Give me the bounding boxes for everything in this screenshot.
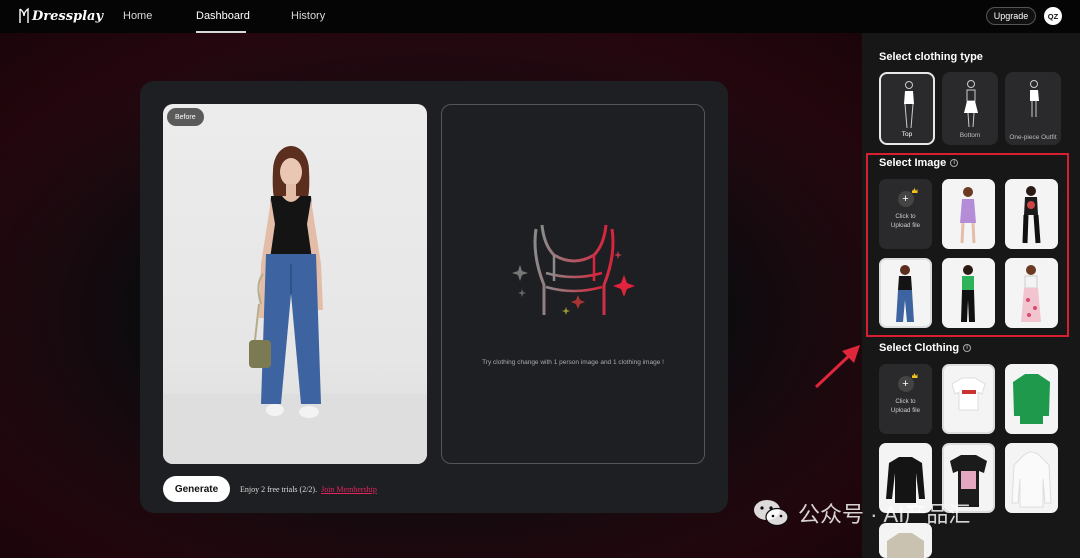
trial-text: Enjoy 2 free trials (2/2). [240, 485, 318, 494]
upload-label: Click to Upload file [890, 398, 921, 414]
mannequin-bottom-icon [964, 80, 978, 128]
logo-icon [19, 7, 29, 23]
person-photo [163, 146, 427, 464]
result-hint: Try clothing change with 1 person image … [482, 359, 664, 366]
mannequin-top-icon [904, 81, 914, 129]
info-icon[interactable]: i [963, 344, 972, 352]
watermark: 公众号 · AI产品汇 [752, 497, 970, 529]
white-crop-tee [951, 377, 986, 411]
type-label-one-piece: One-piece Outfit [1009, 134, 1057, 141]
logo-text: Dressplay [32, 8, 104, 24]
mannequin-one-piece-icon [1030, 80, 1039, 117]
model-thumbnail[interactable] [942, 258, 995, 328]
clothing-type-title: Select clothing type [879, 51, 983, 63]
nav-dashboard[interactable]: Dashboard [196, 10, 250, 22]
model-thumbnail[interactable] [942, 179, 995, 249]
clothing-type-bottom[interactable]: Bottom [942, 72, 998, 145]
clothing-thumbnail[interactable] [1005, 443, 1058, 513]
nav-history[interactable]: History [291, 10, 325, 22]
select-clothing-title: Select Clothing i [879, 342, 972, 354]
crown-icon [911, 188, 918, 193]
model-thumbnail[interactable] [1005, 258, 1058, 328]
model-black-outfit [1022, 186, 1041, 244]
model-thumbnail-selected[interactable] [879, 258, 932, 328]
avatar[interactable]: QZ [1044, 7, 1062, 25]
upload-label: Click to Upload file [890, 213, 921, 229]
watermark-text: 公众号 · AI产品汇 [798, 502, 971, 527]
wechat-icon [754, 500, 789, 527]
sparkle-icon [512, 251, 635, 315]
plus-icon: + [897, 188, 918, 207]
white-hoodie [1011, 451, 1052, 508]
clothing-type-top[interactable]: Top [879, 72, 935, 145]
trial-info: Enjoy 2 free trials (2/2). Join Membershi… [240, 485, 377, 494]
type-label-bottom: Bottom [959, 132, 981, 139]
arrow-icon [814, 345, 860, 389]
clothing-thumbnail-selected[interactable] [942, 364, 995, 434]
clothing-type-one-piece[interactable]: One-piece Outfit [1005, 72, 1061, 145]
nav-home[interactable]: Home [123, 10, 152, 22]
plus-icon: + [897, 373, 918, 392]
model-jeans [896, 265, 914, 322]
upload-person-image[interactable]: + Click to Upload file [879, 179, 932, 249]
logo[interactable]: Dressplay [18, 6, 103, 26]
before-image[interactable]: Before [163, 104, 427, 464]
before-badge: Before [167, 108, 204, 126]
upload-clothing-image[interactable]: + Click to Upload file [879, 364, 932, 434]
model-purple-dress [960, 187, 976, 244]
clothing-thumbnail[interactable] [1005, 364, 1058, 434]
upgrade-button[interactable]: Upgrade [986, 7, 1036, 25]
model-thumbnail[interactable] [1005, 179, 1058, 249]
type-label-top: Top [901, 131, 913, 138]
crown-icon [911, 373, 918, 378]
top-nav: Dressplay Home Dashboard History Upgrade… [0, 0, 1080, 33]
model-floral-skirt [1021, 265, 1041, 322]
green-sweater [1013, 374, 1050, 424]
join-membership-link[interactable]: Join Membership [321, 485, 377, 494]
result-placeholder: Try clothing change with 1 person image … [441, 104, 705, 464]
model-green-top [961, 265, 975, 322]
generate-button[interactable]: Generate [163, 476, 230, 502]
